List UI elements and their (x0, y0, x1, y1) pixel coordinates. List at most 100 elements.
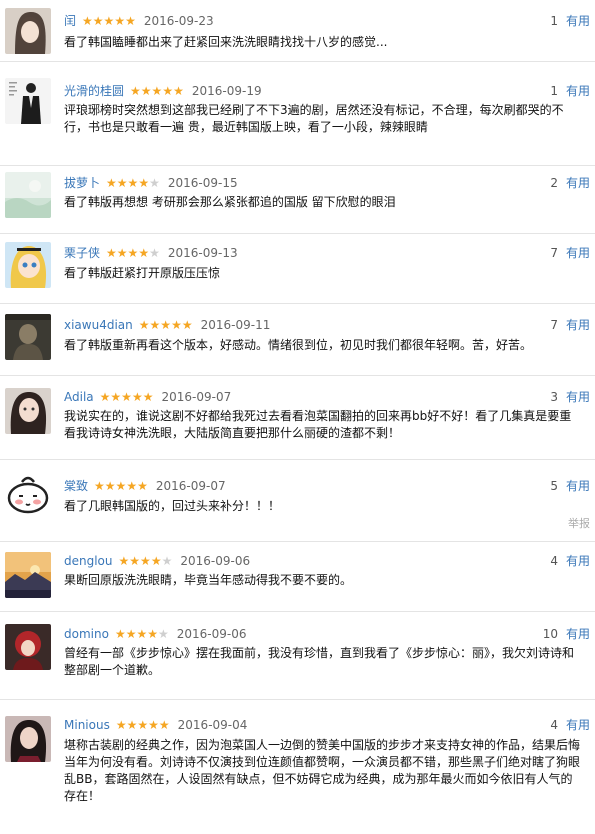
star-icon: ★ (114, 14, 126, 28)
star-icon: ★ (131, 390, 143, 404)
author-link[interactable]: 闰 (64, 14, 76, 28)
star-rating: ★★★★★ (139, 318, 193, 332)
useful-button[interactable]: 有用 (566, 318, 590, 332)
star-icon: ★ (142, 390, 154, 404)
star-icon: ★ (114, 627, 126, 641)
author-link[interactable]: domino (64, 627, 109, 641)
star-rating: ★★★★★ (106, 176, 160, 190)
review-item: 拔萝卜 ★★★★★ 2016-09-15 2 有用 看了韩版再想想 考研那会那么紧张都… (0, 166, 595, 234)
star-icon: ★ (115, 718, 127, 732)
star-icon: ★ (151, 84, 163, 98)
star-icon: ★ (99, 390, 111, 404)
star-icon: ★ (173, 84, 184, 98)
useful-button[interactable]: 有用 (566, 627, 590, 641)
star-icon: ★ (158, 627, 169, 641)
vote-count: 4 (550, 554, 558, 568)
review-item: Adila ★★★★★ 2016-09-07 3 有用 我说实在的，谁说这剧不好都给我… (0, 376, 595, 460)
author-link[interactable]: Minious (64, 718, 110, 732)
star-icon: ★ (149, 318, 161, 332)
useful-button[interactable]: 有用 (566, 84, 590, 98)
star-rating: ★★★★★ (119, 554, 173, 568)
review-text: 曾经有一部《步步惊心》摆在我面前，我没有珍惜，直到我看了《步步惊心：丽》，我欠刘… (64, 646, 575, 677)
review-date: 2016-09-13 (167, 246, 238, 260)
review-item: 光滑的桂圆 ★★★★★ 2016-09-19 1 有用 评琅琊榜时突然想到这部我已经刷… (0, 62, 595, 166)
pale-scenery-avatar[interactable] (5, 172, 51, 218)
star-icon: ★ (110, 390, 122, 404)
report-link[interactable]: 举报 (568, 515, 590, 531)
star-icon: ★ (162, 84, 174, 98)
review-date: 2016-09-04 (177, 718, 248, 732)
star-icon: ★ (140, 84, 152, 98)
review-text: 评琅琊榜时突然想到这部我已经刷了不下3遍的剧，居然还没有标记，不合理，每次刷都哭… (64, 103, 564, 134)
author-link[interactable]: 拔萝卜 (64, 176, 100, 190)
review-date: 2016-09-11 (200, 318, 271, 332)
review-date: 2016-09-19 (191, 84, 262, 98)
star-icon: ★ (140, 554, 151, 568)
star-icon: ★ (92, 14, 104, 28)
suit-figure-avatar[interactable] (5, 78, 51, 124)
author-link[interactable]: 光滑的桂圆 (64, 84, 124, 98)
useful-button[interactable]: 有用 (566, 176, 590, 190)
review-item: 闰 ★★★★★ 2016-09-23 1 有用 看了韩国瞌睡都出来了赶紧回来洗洗眼睛找… (0, 0, 595, 62)
vote-count: 10 (542, 627, 558, 641)
cartoon-girl-avatar[interactable] (5, 242, 51, 288)
useful-button[interactable]: 有用 (566, 390, 590, 404)
review-item: domino ★★★★★ 2016-09-06 10 有用 曾经有一部《步步惊心》摆在… (0, 612, 595, 700)
vote-count: 7 (550, 318, 558, 332)
star-rating: ★★★★★ (94, 479, 148, 493)
star-icon: ★ (129, 554, 141, 568)
star-icon: ★ (137, 718, 149, 732)
star-icon: ★ (106, 246, 117, 260)
review-text: 看了韩版赶紧打开原版压压惊 (64, 266, 221, 280)
review-date: 2016-09-07 (161, 390, 232, 404)
star-icon: ★ (181, 318, 193, 332)
author-link[interactable]: denglou (64, 554, 113, 568)
star-icon: ★ (138, 246, 150, 260)
woman-face-avatar[interactable] (5, 388, 51, 434)
star-rating: ★★★★★ (116, 718, 170, 732)
blushing-face-avatar[interactable] (5, 472, 51, 518)
star-icon: ★ (127, 176, 139, 190)
author-link[interactable]: Adila (64, 390, 94, 404)
useful-button[interactable]: 有用 (566, 14, 590, 28)
review-text: 果断回原版洗洗眼睛，毕竟当年感动得我不要不要的。 (64, 573, 353, 587)
star-icon: ★ (103, 14, 115, 28)
star-icon: ★ (171, 318, 182, 332)
review-date: 2016-09-06 (180, 554, 251, 568)
red-figure-avatar[interactable] (5, 624, 51, 670)
star-icon: ★ (136, 627, 148, 641)
star-icon: ★ (147, 627, 158, 641)
star-icon: ★ (125, 627, 137, 641)
dark-photo-avatar[interactable] (5, 314, 51, 360)
star-icon: ★ (137, 479, 148, 493)
review-item: xiawu4dian ★★★★★ 2016-09-11 7 有用 看了韩版重新再看这个… (0, 304, 595, 376)
star-rating: ★★★★★ (82, 14, 136, 28)
review-item: 栗子侠 ★★★★★ 2016-09-13 7 有用 看了韩版赶紧打开原版压压惊 (0, 234, 595, 304)
review-date: 2016-09-23 (143, 14, 214, 28)
star-rating: ★★★★★ (106, 246, 160, 260)
author-link[interactable]: xiawu4dian (64, 318, 133, 332)
useful-button[interactable]: 有用 (566, 718, 590, 732)
vote-count: 3 (550, 390, 558, 404)
review-text: 看了韩版再想想 考研那会那么紧张都追的国版 留下欣慰的眼泪 (64, 195, 396, 209)
star-icon: ★ (118, 554, 130, 568)
review-text: 堪称古装剧的经典之作，因为泡菜国人一边倒的赞美中国版的步步才来支持女神的作品，结… (64, 738, 581, 803)
review-date: 2016-09-15 (167, 176, 238, 190)
author-link[interactable]: 栗子侠 (64, 246, 100, 260)
star-icon: ★ (150, 554, 162, 568)
star-icon: ★ (126, 479, 138, 493)
useful-button[interactable]: 有用 (566, 554, 590, 568)
useful-button[interactable]: 有用 (566, 246, 590, 260)
star-icon: ★ (138, 318, 150, 332)
review-text: 看了韩版重新再看这个版本，好感动。情绪很到位，初见时我们都很年轻啊。苦，好苦。 (64, 338, 533, 352)
useful-button[interactable]: 有用 (566, 479, 590, 493)
review-text: 看了韩国瞌睡都出来了赶紧回来洗洗眼睛找找十八岁的感觉... (64, 35, 388, 49)
star-icon: ★ (149, 246, 160, 260)
star-icon: ★ (125, 14, 136, 28)
woman-portrait-avatar[interactable] (5, 8, 51, 54)
star-icon: ★ (94, 479, 105, 493)
sunset-scenery-avatar[interactable] (5, 552, 51, 598)
author-link[interactable]: 棠致 (64, 479, 88, 493)
review-item: 棠致 ★★★★★ 2016-09-07 5 有用 看了几眼韩国版的，回过头来补分！！！… (0, 460, 595, 542)
woman-dark-avatar[interactable] (5, 716, 51, 762)
